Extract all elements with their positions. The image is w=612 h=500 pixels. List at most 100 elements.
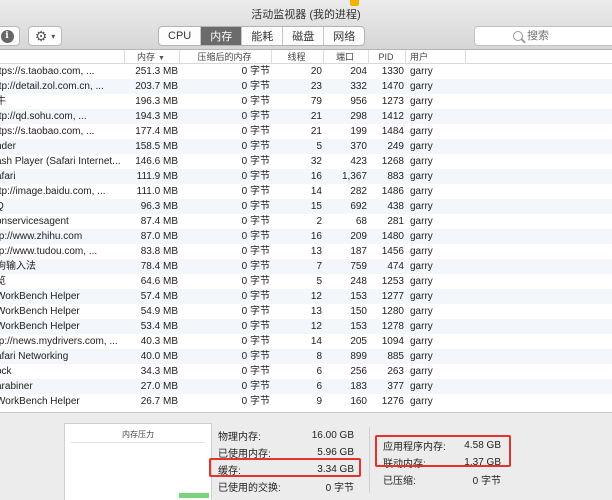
cell-threads: 12 bbox=[310, 291, 322, 302]
cell-compressed-memory: 0 字节 bbox=[241, 351, 270, 362]
column-header-user[interactable]: 用户 bbox=[406, 50, 466, 64]
cell-user: garry bbox=[410, 141, 433, 152]
tab-memory[interactable]: 内存 bbox=[201, 27, 243, 45]
cell-ports: 248 bbox=[350, 276, 367, 287]
table-row[interactable]: nder 158.5 MB 0 字节 5 370 249 garry bbox=[0, 139, 612, 154]
stat-label: 已使用的交换: bbox=[218, 483, 281, 494]
cell-memory: 111.9 MB bbox=[136, 171, 178, 182]
column-header-threads[interactable]: 线程 bbox=[272, 50, 324, 64]
table-row[interactable]: WorkBench Helper 54.9 MB 0 字节 13 150 1280 garr… bbox=[0, 304, 612, 319]
cell-compressed-memory: 0 字节 bbox=[241, 216, 270, 227]
cell-ports: 899 bbox=[350, 351, 367, 362]
search-input[interactable] bbox=[527, 30, 587, 42]
tab-cpu[interactable]: CPU bbox=[159, 27, 202, 45]
tab-disk[interactable]: 磁盘 bbox=[283, 27, 325, 45]
table-row[interactable]: ock 34.3 MB 0 字节 6 256 263 garry bbox=[0, 364, 612, 379]
cell-threads: 23 bbox=[310, 81, 322, 92]
cell-threads: 14 bbox=[310, 186, 322, 197]
cell-compressed-memory: 0 字节 bbox=[241, 96, 270, 107]
cell-pid: 1268 bbox=[381, 156, 404, 167]
cell-user: garry bbox=[410, 96, 433, 107]
column-header-name[interactable] bbox=[0, 50, 125, 64]
cell-user: garry bbox=[410, 366, 433, 377]
cell-user: garry bbox=[410, 276, 433, 287]
cell-user: garry bbox=[410, 186, 433, 197]
table-row[interactable]: Q 96.3 MB 0 字节 15 692 438 garry bbox=[0, 199, 612, 214]
cell-threads: 79 bbox=[310, 96, 322, 107]
tab-energy[interactable]: 能耗 bbox=[242, 27, 284, 45]
cell-ports: 956 bbox=[350, 96, 367, 107]
cell-pid: 883 bbox=[387, 171, 404, 182]
table-row[interactable]: tp://www.tudou.com, ... 83.8 MB 0 字节 13 187 1… bbox=[0, 244, 612, 259]
table-row[interactable]: ttp://image.baidu.com, ... 111.0 MB 0 字节 14… bbox=[0, 184, 612, 199]
table-row[interactable]: WorkBench Helper 26.7 MB 0 字节 9 160 1276 garry bbox=[0, 394, 612, 409]
cell-compressed-memory: 0 字节 bbox=[241, 66, 270, 77]
cell-memory: 251.3 MB bbox=[135, 66, 178, 77]
info-button[interactable]: i bbox=[0, 26, 20, 46]
column-header-ports[interactable]: 端口 bbox=[324, 50, 369, 64]
table-row[interactable]: ash Player (Safari Internet... 146.6 MB 0 … bbox=[0, 154, 612, 169]
memory-pressure-level bbox=[179, 493, 209, 498]
cell-process-name: WorkBench Helper bbox=[0, 396, 80, 407]
cell-process-name: tp://www.zhihu.com bbox=[0, 231, 83, 242]
table-body: ttps://s.taobao.com, ... 251.3 MB 0 字节 20 20… bbox=[0, 64, 612, 409]
cell-memory: 111.0 MB bbox=[136, 186, 178, 197]
cell-process-name: ttps://s.taobao.com, ... bbox=[0, 66, 95, 77]
cell-compressed-memory: 0 字节 bbox=[241, 201, 270, 212]
cell-compressed-memory: 0 字节 bbox=[241, 381, 270, 392]
cell-process-name: WorkBench Helper bbox=[0, 306, 80, 317]
table-row[interactable]: afari Networking 40.0 MB 0 字节 8 899 885 garry bbox=[0, 349, 612, 364]
cell-compressed-memory: 0 字节 bbox=[241, 336, 270, 347]
cell-memory: 87.0 MB bbox=[140, 231, 178, 242]
cell-pid: 1280 bbox=[381, 306, 404, 317]
cell-compressed-memory: 0 字节 bbox=[241, 81, 270, 92]
cell-process-name: ttp://qd.sohu.com, ... bbox=[0, 111, 87, 122]
cell-threads: 12 bbox=[310, 321, 322, 332]
table-row[interactable]: afari 111.9 MB 0 字节 16 1,367 883 garry bbox=[0, 169, 612, 184]
cell-compressed-memory: 0 字节 bbox=[241, 126, 270, 137]
panel-divider bbox=[369, 427, 370, 493]
cell-compressed-memory: 0 字节 bbox=[241, 291, 270, 302]
cell-memory: 194.3 MB bbox=[135, 111, 178, 122]
cell-ports: 370 bbox=[350, 141, 367, 152]
table-row[interactable]: ttp://detail.zol.com.cn, ... 203.7 MB 0 字节… bbox=[0, 79, 612, 94]
cell-memory: 40.3 MB bbox=[140, 336, 178, 347]
cell-compressed-memory: 0 字节 bbox=[241, 141, 270, 152]
cell-pid: 377 bbox=[387, 381, 404, 392]
cell-threads: 5 bbox=[316, 276, 322, 287]
cell-pid: 474 bbox=[387, 261, 404, 272]
table-row[interactable]: 览 64.6 MB 0 字节 5 248 1253 garry bbox=[0, 274, 612, 289]
table-row[interactable]: arabiner 27.0 MB 0 字节 6 183 377 garry bbox=[0, 379, 612, 394]
table-row[interactable]: ttps://s.taobao.com, ... 251.3 MB 0 字节 20 20… bbox=[0, 64, 612, 79]
table-row[interactable]: ttps://s.taobao.com, ... 177.4 MB 0 字节 21 19… bbox=[0, 124, 612, 139]
gear-icon: ⚙ bbox=[34, 28, 48, 44]
table-row[interactable]: 牛 196.3 MB 0 字节 79 956 1273 garry bbox=[0, 94, 612, 109]
cell-pid: 1412 bbox=[381, 111, 404, 122]
tab-network[interactable]: 网络 bbox=[324, 27, 364, 45]
action-menu-button[interactable]: ⚙ ▾ bbox=[28, 26, 62, 46]
cell-pid: 885 bbox=[387, 351, 404, 362]
search-field[interactable] bbox=[474, 26, 612, 46]
table-row[interactable]: WorkBench Helper 57.4 MB 0 字节 12 153 1277 garr… bbox=[0, 289, 612, 304]
cell-user: garry bbox=[410, 381, 433, 392]
cell-pid: 438 bbox=[387, 201, 404, 212]
column-header-compressed[interactable]: 压缩后的内存 bbox=[180, 50, 272, 64]
table-row[interactable]: 狗输入法 78.4 MB 0 字节 7 759 474 garry bbox=[0, 259, 612, 274]
cell-compressed-memory: 0 字节 bbox=[241, 396, 270, 407]
table-row[interactable]: tp://news.mydrivers.com, ... 40.3 MB 0 字节 1… bbox=[0, 334, 612, 349]
cell-memory: 26.7 MB bbox=[140, 396, 178, 407]
cell-memory: 203.7 MB bbox=[135, 81, 178, 92]
cell-ports: 153 bbox=[350, 291, 367, 302]
table-row[interactable]: ttp://qd.sohu.com, ... 194.3 MB 0 字节 21 298 1… bbox=[0, 109, 612, 124]
cell-user: garry bbox=[410, 171, 433, 182]
column-header-memory[interactable]: 内存 ▼ bbox=[125, 50, 180, 64]
table-row[interactable]: tp://www.zhihu.com 87.0 MB 0 字节 16 209 1480 ga… bbox=[0, 229, 612, 244]
cell-user: garry bbox=[410, 291, 433, 302]
cell-user: garry bbox=[410, 216, 433, 227]
cell-threads: 20 bbox=[310, 66, 322, 77]
table-row[interactable]: WorkBench Helper 53.4 MB 0 字节 12 153 1278 garr… bbox=[0, 319, 612, 334]
column-header-pid[interactable]: PID bbox=[369, 50, 406, 64]
cell-compressed-memory: 0 字节 bbox=[241, 231, 270, 242]
table-row[interactable]: onservicesagent 87.4 MB 0 字节 2 68 281 garry bbox=[0, 214, 612, 229]
cell-memory: 87.4 MB bbox=[140, 216, 178, 227]
